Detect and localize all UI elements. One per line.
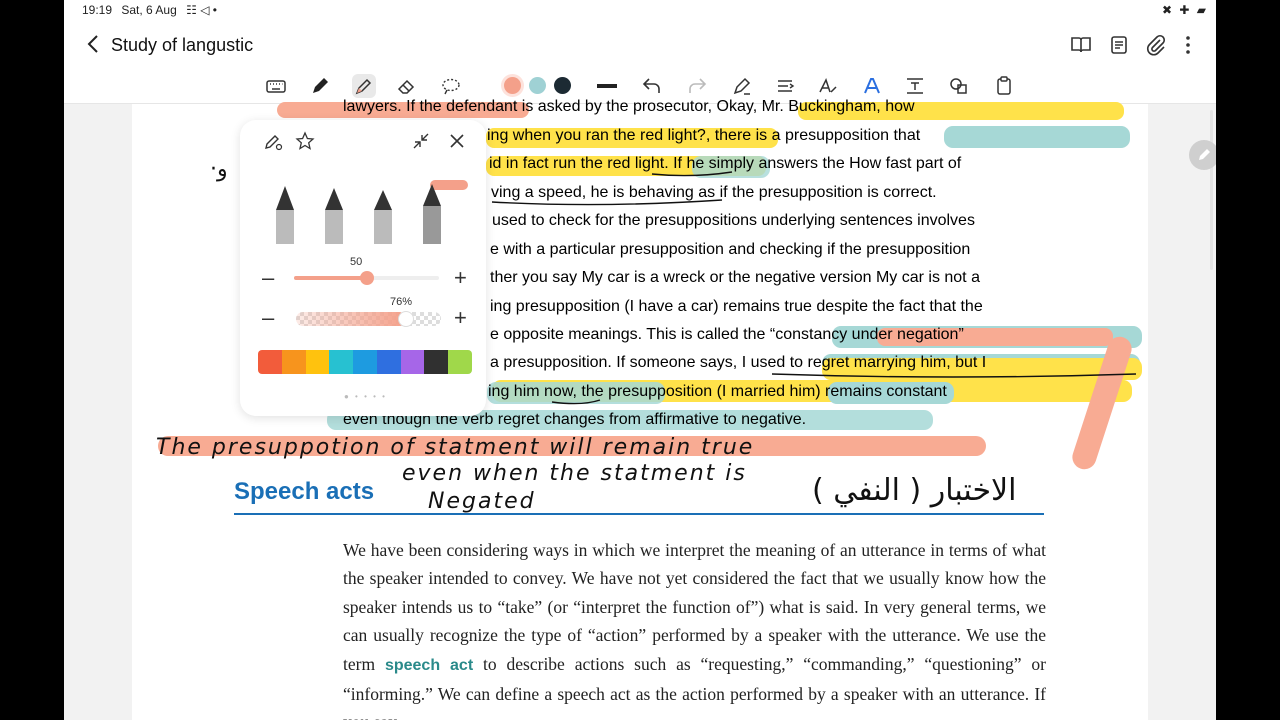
device-screen: 19:19 Sat, 6 Aug ☷ ◁ • ✖ ✚ ▰ Study of la… — [64, 0, 1216, 720]
palette-page-indicator: ● • • • • — [344, 392, 387, 401]
text-box-icon[interactable] — [903, 74, 927, 98]
opacity-slider-fill — [296, 312, 407, 326]
size-slider-thumb[interactable] — [359, 271, 374, 285]
handwritten-underline — [651, 171, 733, 177]
opacity-value: 76% — [390, 296, 413, 308]
straighten-icon[interactable] — [773, 74, 797, 98]
redo-icon[interactable] — [685, 74, 709, 98]
more-options-icon[interactable] — [1176, 33, 1200, 57]
handwritten-underline — [491, 199, 723, 206]
handwritten-margin-mark: ·و — [210, 157, 228, 182]
shapes-icon[interactable] — [947, 74, 971, 98]
scrollbar[interactable] — [1210, 110, 1213, 270]
book-icon[interactable] — [1069, 33, 1093, 57]
highlighter-icon[interactable] — [352, 74, 376, 98]
palette-color[interactable] — [329, 350, 354, 374]
color-swatch-teal[interactable] — [529, 77, 546, 94]
page-view-icon[interactable] — [1107, 33, 1131, 57]
palette-color[interactable] — [353, 350, 377, 374]
status-bar: 19:19 Sat, 6 Aug ☷ ◁ • ✖ ✚ ▰ — [64, 0, 1216, 22]
size-increase-button[interactable]: + — [454, 267, 467, 289]
status-time: 19:19 — [82, 3, 113, 17]
color-swatch-navy[interactable] — [554, 77, 571, 94]
opacity-decrease-button[interactable]: – — [262, 307, 274, 329]
ai-text-icon[interactable] — [860, 74, 884, 98]
palette-color[interactable] — [448, 350, 472, 374]
star-icon[interactable] — [294, 130, 316, 152]
lasso-icon[interactable] — [439, 74, 463, 98]
notification-icons: ☷ ◁ • — [186, 3, 217, 17]
status-left: 19:19 Sat, 6 Aug ☷ ◁ • — [82, 3, 223, 17]
palette-color[interactable] — [305, 350, 330, 374]
term-speech-act: speech act — [384, 656, 474, 674]
status-date: Sat, 6 Aug — [121, 3, 177, 17]
calligraphy-pen-icon[interactable] — [325, 188, 343, 244]
clipboard-icon[interactable] — [992, 74, 1016, 98]
eraser-icon[interactable] — [395, 74, 419, 98]
close-icon[interactable] — [446, 130, 468, 152]
minimize-icon[interactable] — [410, 130, 432, 152]
palette-color[interactable] — [400, 350, 425, 374]
palette-color[interactable] — [424, 350, 449, 374]
size-value: 50 — [350, 256, 363, 268]
body-paragraph: We have been considering ways in which w… — [343, 536, 1046, 720]
section-heading: Speech acts — [234, 478, 375, 505]
palette-color[interactable] — [258, 350, 282, 374]
handwritten-note-line-2: even when the statment is — [402, 461, 747, 486]
back-arrow-icon[interactable] — [80, 30, 108, 58]
app-bar: Study of langustic — [64, 22, 1216, 68]
color-swatch-coral[interactable] — [504, 77, 521, 94]
handwritten-note-line-1: The presuppotion of statment will remain… — [156, 435, 754, 460]
handwritten-underline — [771, 373, 1137, 378]
section-divider — [234, 513, 1044, 515]
quick-edit-handle[interactable] — [1189, 140, 1216, 170]
opacity-increase-button[interactable]: + — [454, 307, 467, 329]
size-decrease-button[interactable]: – — [262, 267, 274, 289]
edit-pencil-icon — [1199, 149, 1210, 160]
size-slider-fill — [294, 276, 367, 280]
pencil-pen-icon[interactable] — [374, 190, 392, 244]
color-palette — [258, 350, 472, 374]
handwritten-note-line-3: Negated — [428, 489, 536, 514]
attach-icon[interactable] — [1144, 33, 1168, 57]
pen-type-selector — [276, 180, 468, 244]
undo-icon[interactable] — [640, 74, 664, 98]
line-thickness-icon[interactable] — [595, 74, 619, 98]
pen-icon[interactable] — [308, 74, 332, 98]
palette-color[interactable] — [376, 350, 401, 374]
pen-settings-popup: 50 – + 76% – + ● • • • • — [240, 120, 486, 416]
highlighter-pen-icon[interactable] — [423, 180, 468, 244]
keyboard-icon[interactable] — [264, 74, 288, 98]
pen-settings-icon[interactable] — [262, 130, 284, 152]
system-icons: ✖ ✚ ▰ — [1161, 3, 1208, 17]
fountain-pen-icon[interactable] — [276, 186, 294, 244]
palette-color[interactable] — [281, 350, 306, 374]
handwriting-icon[interactable] — [816, 74, 840, 98]
handwritten-underline — [551, 399, 601, 405]
note-title: Study of langustic — [111, 35, 254, 55]
handwritten-arabic-note: ( النفي ) الاختبار — [812, 473, 1016, 508]
pen-to-text-icon[interactable] — [730, 74, 754, 98]
